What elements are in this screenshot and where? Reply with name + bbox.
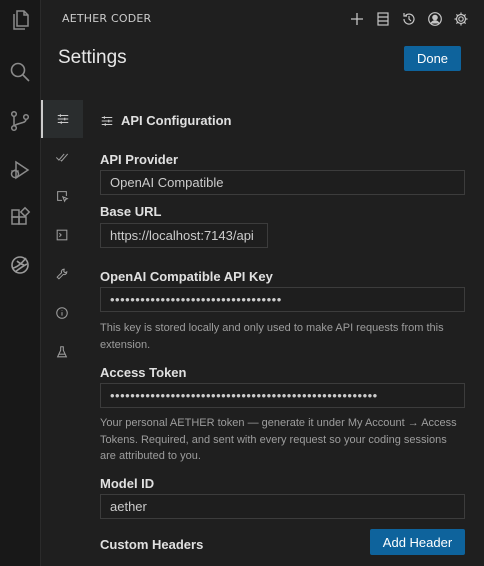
tab-browser[interactable] <box>41 177 83 215</box>
api-key-help: This key is stored locally and only used… <box>100 322 444 351</box>
api-key-label: OpenAI Compatible API Key <box>100 269 273 284</box>
files-icon[interactable] <box>0 0 40 40</box>
model-id-label: Model ID <box>100 476 155 491</box>
info-icon <box>56 307 68 319</box>
base-url-field[interactable]: https://localhost:7143/api <box>100 223 268 248</box>
gear-icon[interactable] <box>452 10 470 28</box>
api-key-field[interactable]: •••••••••••••••••••••••••••••••••• <box>100 287 465 312</box>
tab-experimental[interactable] <box>41 333 83 371</box>
api-provider-select[interactable]: OpenAI Compatible <box>100 170 465 195</box>
custom-headers-label: Custom Headers <box>100 537 204 552</box>
tab-about[interactable] <box>41 294 83 332</box>
settings-panel: AETHER CODER Settings Done API Configura… <box>41 0 484 566</box>
browser-cursor-icon <box>57 191 69 203</box>
access-token-help: Your personal AETHER token — generate it… <box>100 417 457 462</box>
tab-auto-approve[interactable] <box>41 138 83 176</box>
history-list-icon[interactable] <box>374 10 392 28</box>
flask-icon <box>56 346 68 358</box>
run-debug-icon[interactable] <box>0 150 40 190</box>
api-provider-label: API Provider <box>100 152 179 167</box>
section-heading: API Configuration <box>100 113 232 128</box>
base-url-label: Base URL <box>100 204 162 219</box>
model-id-field[interactable]: aether <box>100 494 465 519</box>
source-control-icon[interactable] <box>0 101 40 141</box>
app-title: AETHER CODER <box>62 12 152 25</box>
aether-logo-icon[interactable] <box>0 245 40 285</box>
search-icon[interactable] <box>0 52 40 92</box>
history-icon[interactable] <box>400 10 418 28</box>
check-all-icon <box>55 153 69 162</box>
tab-tools[interactable] <box>41 255 83 293</box>
sliders-icon <box>57 114 69 124</box>
access-token-label: Access Token <box>100 365 187 380</box>
wrench-icon <box>56 268 68 280</box>
title-actions <box>348 10 470 28</box>
plus-icon[interactable] <box>348 10 366 28</box>
page-title: Settings <box>58 47 127 68</box>
activity-bar <box>0 0 41 566</box>
terminal-icon <box>56 229 68 241</box>
tab-api-configuration[interactable] <box>41 100 83 138</box>
sliders-icon <box>101 115 113 126</box>
section-heading-label: API Configuration <box>121 113 232 128</box>
done-button[interactable]: Done <box>404 46 461 71</box>
account-icon[interactable] <box>426 10 444 28</box>
extensions-icon[interactable] <box>0 198 40 238</box>
tab-terminal[interactable] <box>41 216 83 254</box>
access-token-field[interactable]: ••••••••••••••••••••••••••••••••••••••••… <box>100 383 465 408</box>
add-header-button[interactable]: Add Header <box>370 529 465 555</box>
